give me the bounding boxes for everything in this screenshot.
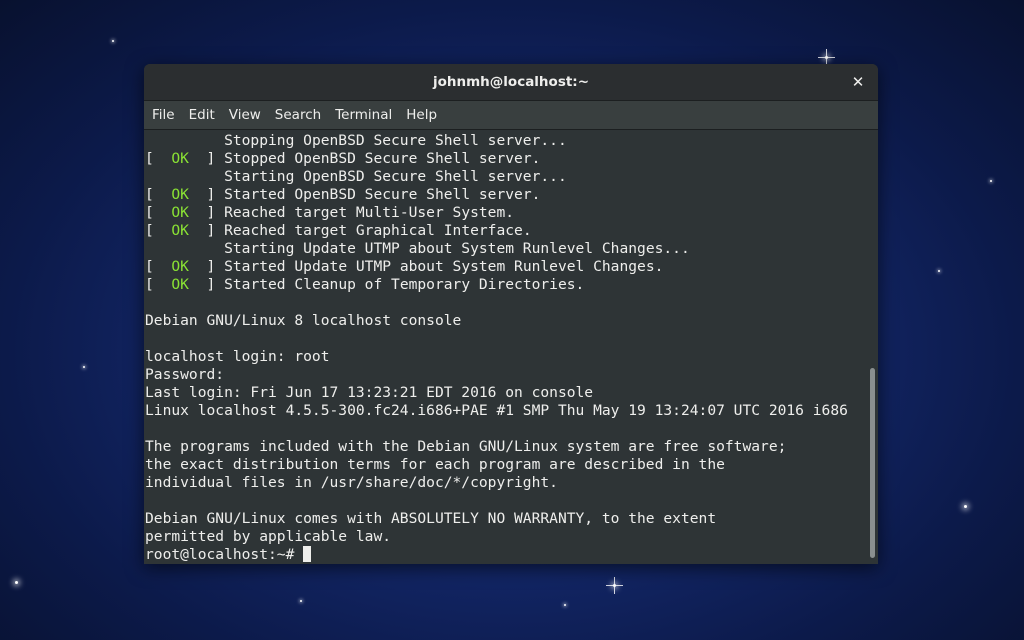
status-ok: OK [171, 276, 189, 293]
star-decoration [564, 604, 566, 606]
text-cursor [303, 546, 312, 562]
prompt-line[interactable]: root@localhost:~# [145, 546, 848, 564]
line-text: Stopping OpenBSD Secure Shell server... [224, 132, 567, 149]
status-bracket-close: ] [188, 276, 225, 293]
line-text: Debian GNU/Linux comes with ABSOLUTELY N… [145, 510, 717, 527]
terminal-line: [ OK ] Reached target Multi-User System. [145, 204, 848, 222]
terminal-output[interactable]: Stopping OpenBSD Secure Shell server...[… [144, 130, 866, 564]
star-decoration [990, 180, 992, 182]
line-text: Started Update UTMP about System Runleve… [224, 258, 664, 275]
menubar: File Edit View Search Terminal Help [144, 101, 878, 130]
line-text: Debian GNU/Linux 8 localhost console [145, 312, 462, 329]
menu-edit[interactable]: Edit [183, 107, 221, 123]
terminal-lines: Stopping OpenBSD Secure Shell server...[… [145, 132, 848, 564]
terminal-line: Starting Update UTMP about System Runlev… [145, 240, 848, 258]
terminal-line: localhost login: root [145, 348, 848, 366]
status-bracket-close: ] [188, 186, 225, 203]
line-text: Password: [145, 366, 225, 383]
line-text: Reached target Graphical Interface. [224, 222, 532, 239]
menu-help[interactable]: Help [400, 107, 443, 123]
terminal-window[interactable]: johnmh@localhost:~ ✕ File Edit View Search T… [144, 64, 878, 564]
star-decoration [938, 270, 940, 272]
terminal-line: Last login: Fri Jun 17 13:23:21 EDT 2016… [145, 384, 848, 402]
star-decoration [606, 577, 623, 594]
menu-file[interactable]: File [146, 107, 181, 123]
line-text: Linux localhost 4.5.5-300.fc24.i686+PAE … [145, 402, 848, 419]
terminal-line: Stopping OpenBSD Secure Shell server... [145, 132, 848, 150]
terminal-line: [ OK ] Reached target Graphical Interfac… [145, 222, 848, 240]
line-text: individual files in /usr/share/doc/*/cop… [145, 474, 558, 491]
terminal-line: individual files in /usr/share/doc/*/cop… [145, 474, 848, 492]
terminal-line: [ OK ] Started Cleanup of Temporary Dire… [145, 276, 848, 294]
terminal-line: Debian GNU/Linux 8 localhost console [145, 312, 848, 330]
star-decoration [964, 505, 967, 508]
terminal-line: Starting OpenBSD Secure Shell server... [145, 168, 848, 186]
terminal-line: [ OK ] Started Update UTMP about System … [145, 258, 848, 276]
line-text: the exact distribution terms for each pr… [145, 456, 725, 473]
line-text: Starting OpenBSD Secure Shell server... [224, 168, 567, 185]
line-text: Started OpenBSD Secure Shell server. [224, 186, 541, 203]
star-decoration [83, 366, 85, 368]
close-icon[interactable]: ✕ [848, 72, 868, 92]
status-ok: OK [171, 186, 189, 203]
status-ok: OK [171, 222, 189, 239]
status-bracket-close: ] [188, 150, 225, 167]
shell-prompt: root@localhost:~# [145, 546, 304, 563]
star-decoration [300, 600, 302, 602]
line-text: Reached target Multi-User System. [224, 204, 515, 221]
status-bracket-close: ] [188, 204, 225, 221]
terminal-line: permitted by applicable law. [145, 528, 848, 546]
status-ok: OK [171, 204, 189, 221]
status-bracket-open: [ [145, 258, 172, 275]
line-text: permitted by applicable law. [145, 528, 392, 545]
line-text: Starting Update UTMP about System Runlev… [224, 240, 690, 257]
terminal-line: [ OK ] Started OpenBSD Secure Shell serv… [145, 186, 848, 204]
terminal-line: The programs included with the Debian GN… [145, 438, 848, 456]
status-bracket-open: [ [145, 150, 172, 167]
status-bracket-open: [ [145, 186, 172, 203]
line-text: The programs included with the Debian GN… [145, 438, 787, 455]
star-decoration [112, 40, 114, 42]
scrollbar-thumb[interactable] [870, 368, 875, 558]
line-text: Started Cleanup of Temporary Directories… [224, 276, 585, 293]
menu-terminal[interactable]: Terminal [329, 107, 398, 123]
window-title: johnmh@localhost:~ [432, 74, 590, 90]
status-ok: OK [171, 258, 189, 275]
menu-view[interactable]: View [223, 107, 267, 123]
star-decoration [818, 49, 835, 66]
menu-search[interactable]: Search [269, 107, 327, 123]
line-text: localhost login: root [145, 348, 330, 365]
status-bracket-open: [ [145, 276, 172, 293]
terminal-line: [ OK ] Stopped OpenBSD Secure Shell serv… [145, 150, 848, 168]
terminal-line: Password: [145, 366, 848, 384]
status-ok: OK [171, 150, 189, 167]
star-decoration [15, 581, 18, 584]
line-text: Last login: Fri Jun 17 13:23:21 EDT 2016… [145, 384, 594, 401]
terminal-line: Debian GNU/Linux comes with ABSOLUTELY N… [145, 510, 848, 528]
window-titlebar[interactable]: johnmh@localhost:~ ✕ [144, 64, 878, 101]
scrollbar[interactable] [866, 130, 878, 564]
line-text: Stopped OpenBSD Secure Shell server. [224, 150, 541, 167]
status-bracket-open: [ [145, 204, 172, 221]
terminal-line: the exact distribution terms for each pr… [145, 456, 848, 474]
status-bracket-close: ] [188, 258, 225, 275]
terminal-line: Linux localhost 4.5.5-300.fc24.i686+PAE … [145, 402, 848, 420]
status-bracket-close: ] [188, 222, 225, 239]
status-bracket-open: [ [145, 222, 172, 239]
